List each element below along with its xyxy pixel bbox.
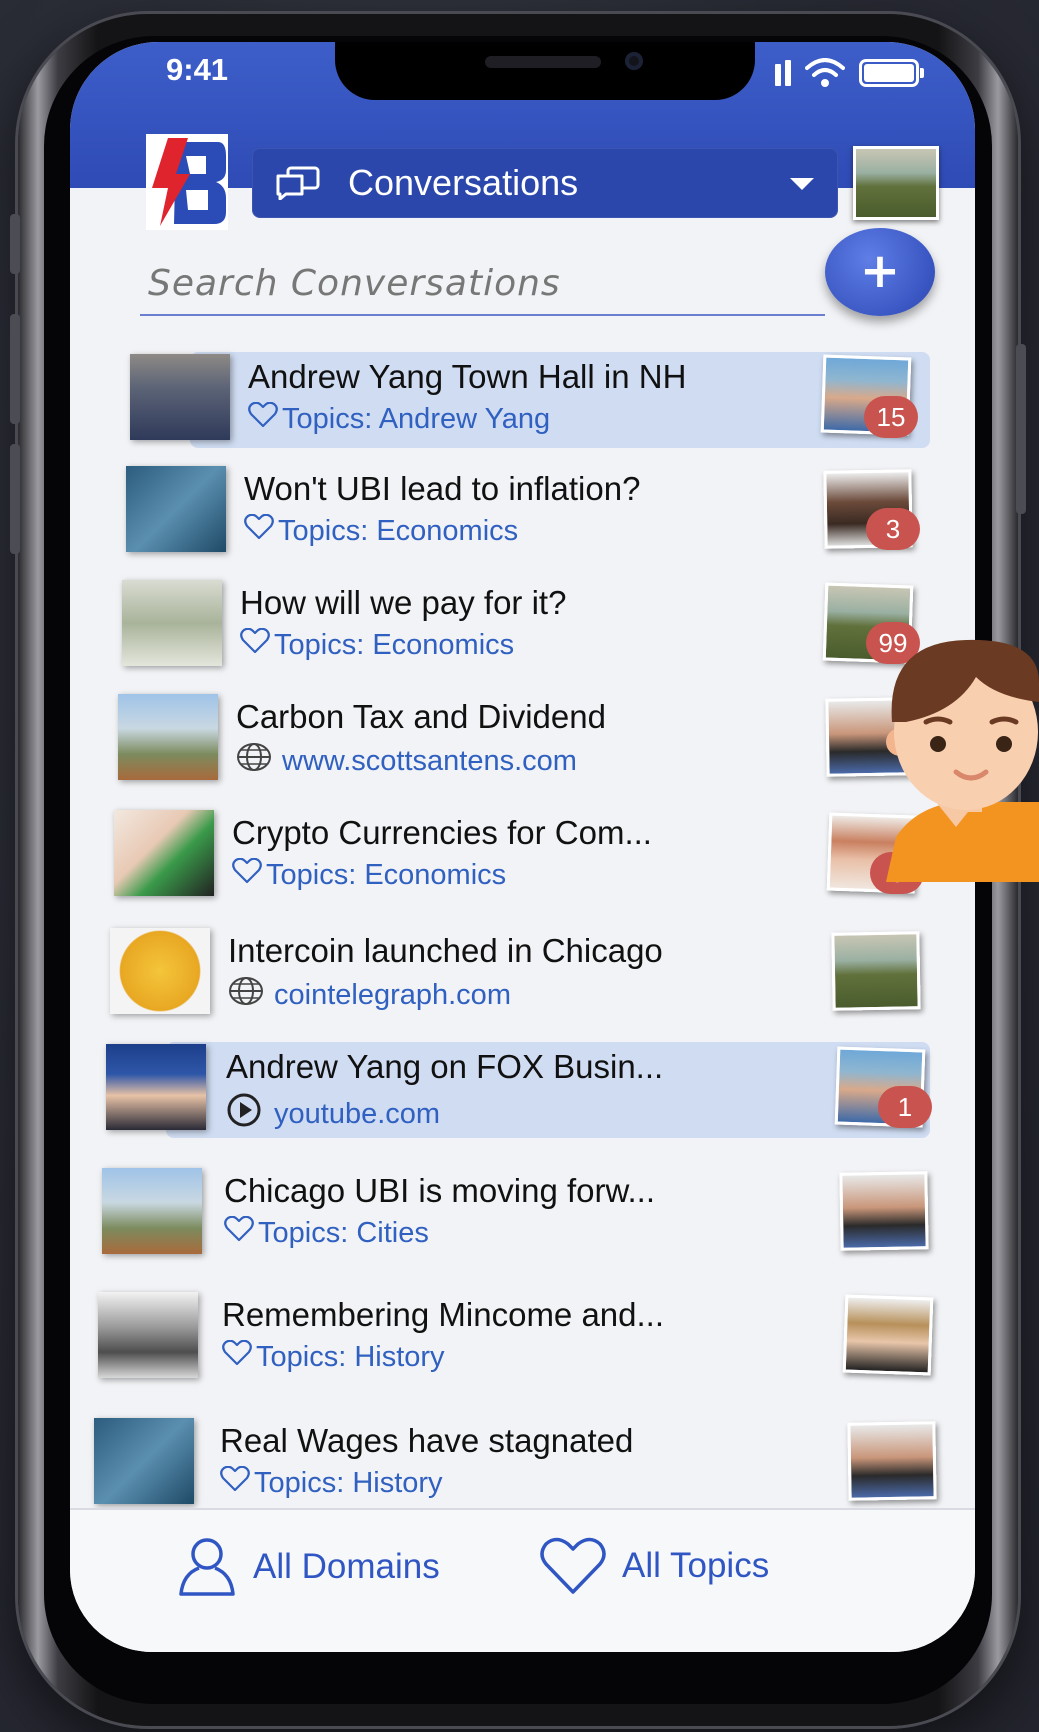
conversation-subtitle-text: Topics: Cities bbox=[258, 1216, 429, 1249]
conversation-subtitle-text: cointelegraph.com bbox=[274, 978, 511, 1011]
cartoon-user-illustration bbox=[876, 622, 1039, 882]
volume-up-button bbox=[10, 314, 20, 424]
conversation-row[interactable]: Real Wages have stagnated Topics: History bbox=[94, 1416, 937, 1512]
tab-all-domains[interactable]: All Domains bbox=[175, 1536, 440, 1598]
speaker-grille bbox=[485, 56, 601, 68]
conversation-subtitle[interactable]: youtube.com bbox=[226, 1092, 440, 1136]
status-time: 9:41 bbox=[166, 52, 229, 87]
phone-screen: Conversations + Andrew Yang Town Hall in… bbox=[70, 42, 975, 1652]
conversation-thumbnail bbox=[122, 580, 222, 666]
conversation-subtitle[interactable]: Topics: Andrew Yang bbox=[248, 401, 551, 436]
front-camera bbox=[625, 52, 643, 70]
conversation-thumbnail bbox=[118, 694, 218, 780]
globe-icon bbox=[228, 976, 264, 1014]
conversation-subtitle[interactable]: www.scottsantens.com bbox=[236, 742, 577, 780]
participant-avatar[interactable] bbox=[842, 1294, 934, 1376]
conversation-row[interactable]: Chicago UBI is moving forw... Topics: Cit… bbox=[102, 1166, 930, 1262]
bottom-tabbar: All Domains All Topics bbox=[70, 1508, 975, 1652]
volume-down-button bbox=[10, 444, 20, 554]
conversation-subtitle-text: Topics: Andrew Yang bbox=[282, 402, 551, 435]
section-title: Conversations bbox=[348, 162, 579, 203]
heart-outline-icon bbox=[224, 1215, 254, 1250]
conversation-subtitle-text: www.scottsantens.com bbox=[282, 744, 577, 777]
conversation-subtitle-text: Topics: Economics bbox=[266, 858, 507, 891]
search-field[interactable] bbox=[140, 252, 841, 316]
heart-outline-icon bbox=[240, 627, 270, 662]
chevron-down-icon bbox=[790, 178, 814, 190]
conversation-title: Crypto Currencies for Com... bbox=[232, 814, 652, 851]
conversation-title: Chicago UBI is moving forw... bbox=[224, 1172, 655, 1209]
conversation-subtitle-text: youtube.com bbox=[274, 1097, 441, 1130]
conversation-row[interactable]: How will we pay for it? Topics: Economics… bbox=[122, 578, 930, 674]
conversation-thumbnail bbox=[114, 810, 214, 896]
participant-avatar[interactable] bbox=[839, 1171, 929, 1251]
conversation-row[interactable]: Andrew Yang on FOX Busin... youtube.com 1 bbox=[106, 1042, 932, 1138]
logo-icon bbox=[152, 138, 226, 226]
heart-outline-icon bbox=[248, 401, 278, 436]
cellular-signal-icon bbox=[775, 60, 791, 86]
participant-avatar[interactable] bbox=[847, 1421, 937, 1501]
conversations-icon bbox=[276, 166, 320, 200]
conversation-thumbnail bbox=[98, 1292, 198, 1378]
conversation-thumbnail bbox=[94, 1418, 194, 1504]
conversation-title: Andrew Yang on FOX Busin... bbox=[226, 1048, 664, 1085]
participant-avatar[interactable] bbox=[831, 931, 921, 1011]
unread-count-badge: 3 bbox=[866, 508, 920, 550]
conversation-title: Real Wages have stagnated bbox=[220, 1422, 634, 1459]
conversation-title: Andrew Yang Town Hall in NH bbox=[248, 358, 687, 395]
conversation-subtitle[interactable]: cointelegraph.com bbox=[228, 976, 511, 1014]
conversation-thumbnail bbox=[110, 928, 210, 1014]
app-logo[interactable] bbox=[146, 134, 228, 230]
conversation-title: How will we pay for it? bbox=[240, 584, 567, 621]
mute-switch bbox=[10, 214, 20, 274]
tab-all-domains-label: All Domains bbox=[253, 1547, 440, 1586]
heart-outline-icon bbox=[244, 513, 274, 548]
conversation-subtitle-text: Topics: History bbox=[254, 1466, 443, 1499]
unread-count-badge: 1 bbox=[878, 1086, 932, 1128]
conversation-title: Carbon Tax and Dividend bbox=[236, 698, 606, 735]
add-conversation-button[interactable]: + bbox=[825, 228, 935, 316]
tab-all-topics[interactable]: All Topics bbox=[538, 1536, 769, 1596]
power-button bbox=[1016, 344, 1026, 514]
heart-icon bbox=[540, 1537, 606, 1594]
conversation-thumbnail bbox=[102, 1168, 202, 1254]
phone-notch bbox=[335, 42, 755, 100]
conversation-row[interactable]: Carbon Tax and Dividend www.scottsantens.… bbox=[118, 692, 930, 788]
conversation-thumbnail bbox=[130, 354, 230, 440]
conversation-row[interactable]: Remembering Mincome and... Topics: Histor… bbox=[98, 1290, 934, 1386]
profile-avatar[interactable] bbox=[853, 146, 939, 220]
battery-icon bbox=[859, 59, 924, 87]
conversation-subtitle-text: Topics: Economics bbox=[274, 628, 515, 661]
conversation-subtitle[interactable]: Topics: Economics bbox=[240, 627, 515, 662]
conversation-thumbnail bbox=[126, 466, 226, 552]
conversation-title: Won't UBI lead to inflation? bbox=[244, 470, 641, 507]
conversation-thumbnail bbox=[106, 1044, 206, 1130]
conversation-row[interactable]: Intercoin launched in Chicago cointelegra… bbox=[110, 926, 930, 1022]
unread-count-badge: 15 bbox=[864, 396, 918, 438]
play-icon bbox=[226, 1092, 264, 1136]
section-dropdown[interactable]: Conversations bbox=[252, 148, 838, 218]
status-icons bbox=[775, 58, 924, 88]
conversation-subtitle[interactable]: Topics: History bbox=[220, 1465, 443, 1500]
conversation-title: Intercoin launched in Chicago bbox=[228, 932, 663, 969]
conversation-subtitle-text: Topics: History bbox=[256, 1340, 445, 1373]
globe-icon bbox=[236, 742, 272, 780]
conversation-subtitle[interactable]: Topics: Cities bbox=[224, 1215, 429, 1250]
tab-all-topics-label: All Topics bbox=[622, 1546, 770, 1585]
heart-outline-icon bbox=[222, 1339, 252, 1374]
conversation-row[interactable]: Andrew Yang Town Hall in NH Topics: Andre… bbox=[130, 352, 930, 448]
conversation-title: Remembering Mincome and... bbox=[222, 1296, 665, 1333]
conversation-subtitle-text: Topics: Economics bbox=[278, 514, 519, 547]
wifi-icon bbox=[805, 58, 845, 87]
heart-outline-icon bbox=[232, 857, 262, 892]
user-icon bbox=[179, 1538, 235, 1596]
heart-outline-icon bbox=[220, 1465, 250, 1500]
conversation-subtitle[interactable]: Topics: History bbox=[222, 1339, 445, 1374]
conversation-row[interactable]: Won't UBI lead to inflation? Topics: Econ… bbox=[126, 464, 930, 560]
conversation-subtitle[interactable]: Topics: Economics bbox=[244, 513, 519, 548]
conversation-subtitle[interactable]: Topics: Economics bbox=[232, 857, 507, 892]
conversation-row[interactable]: Crypto Currencies for Com... Topics: Econ… bbox=[114, 808, 930, 904]
search-input[interactable] bbox=[140, 252, 841, 314]
